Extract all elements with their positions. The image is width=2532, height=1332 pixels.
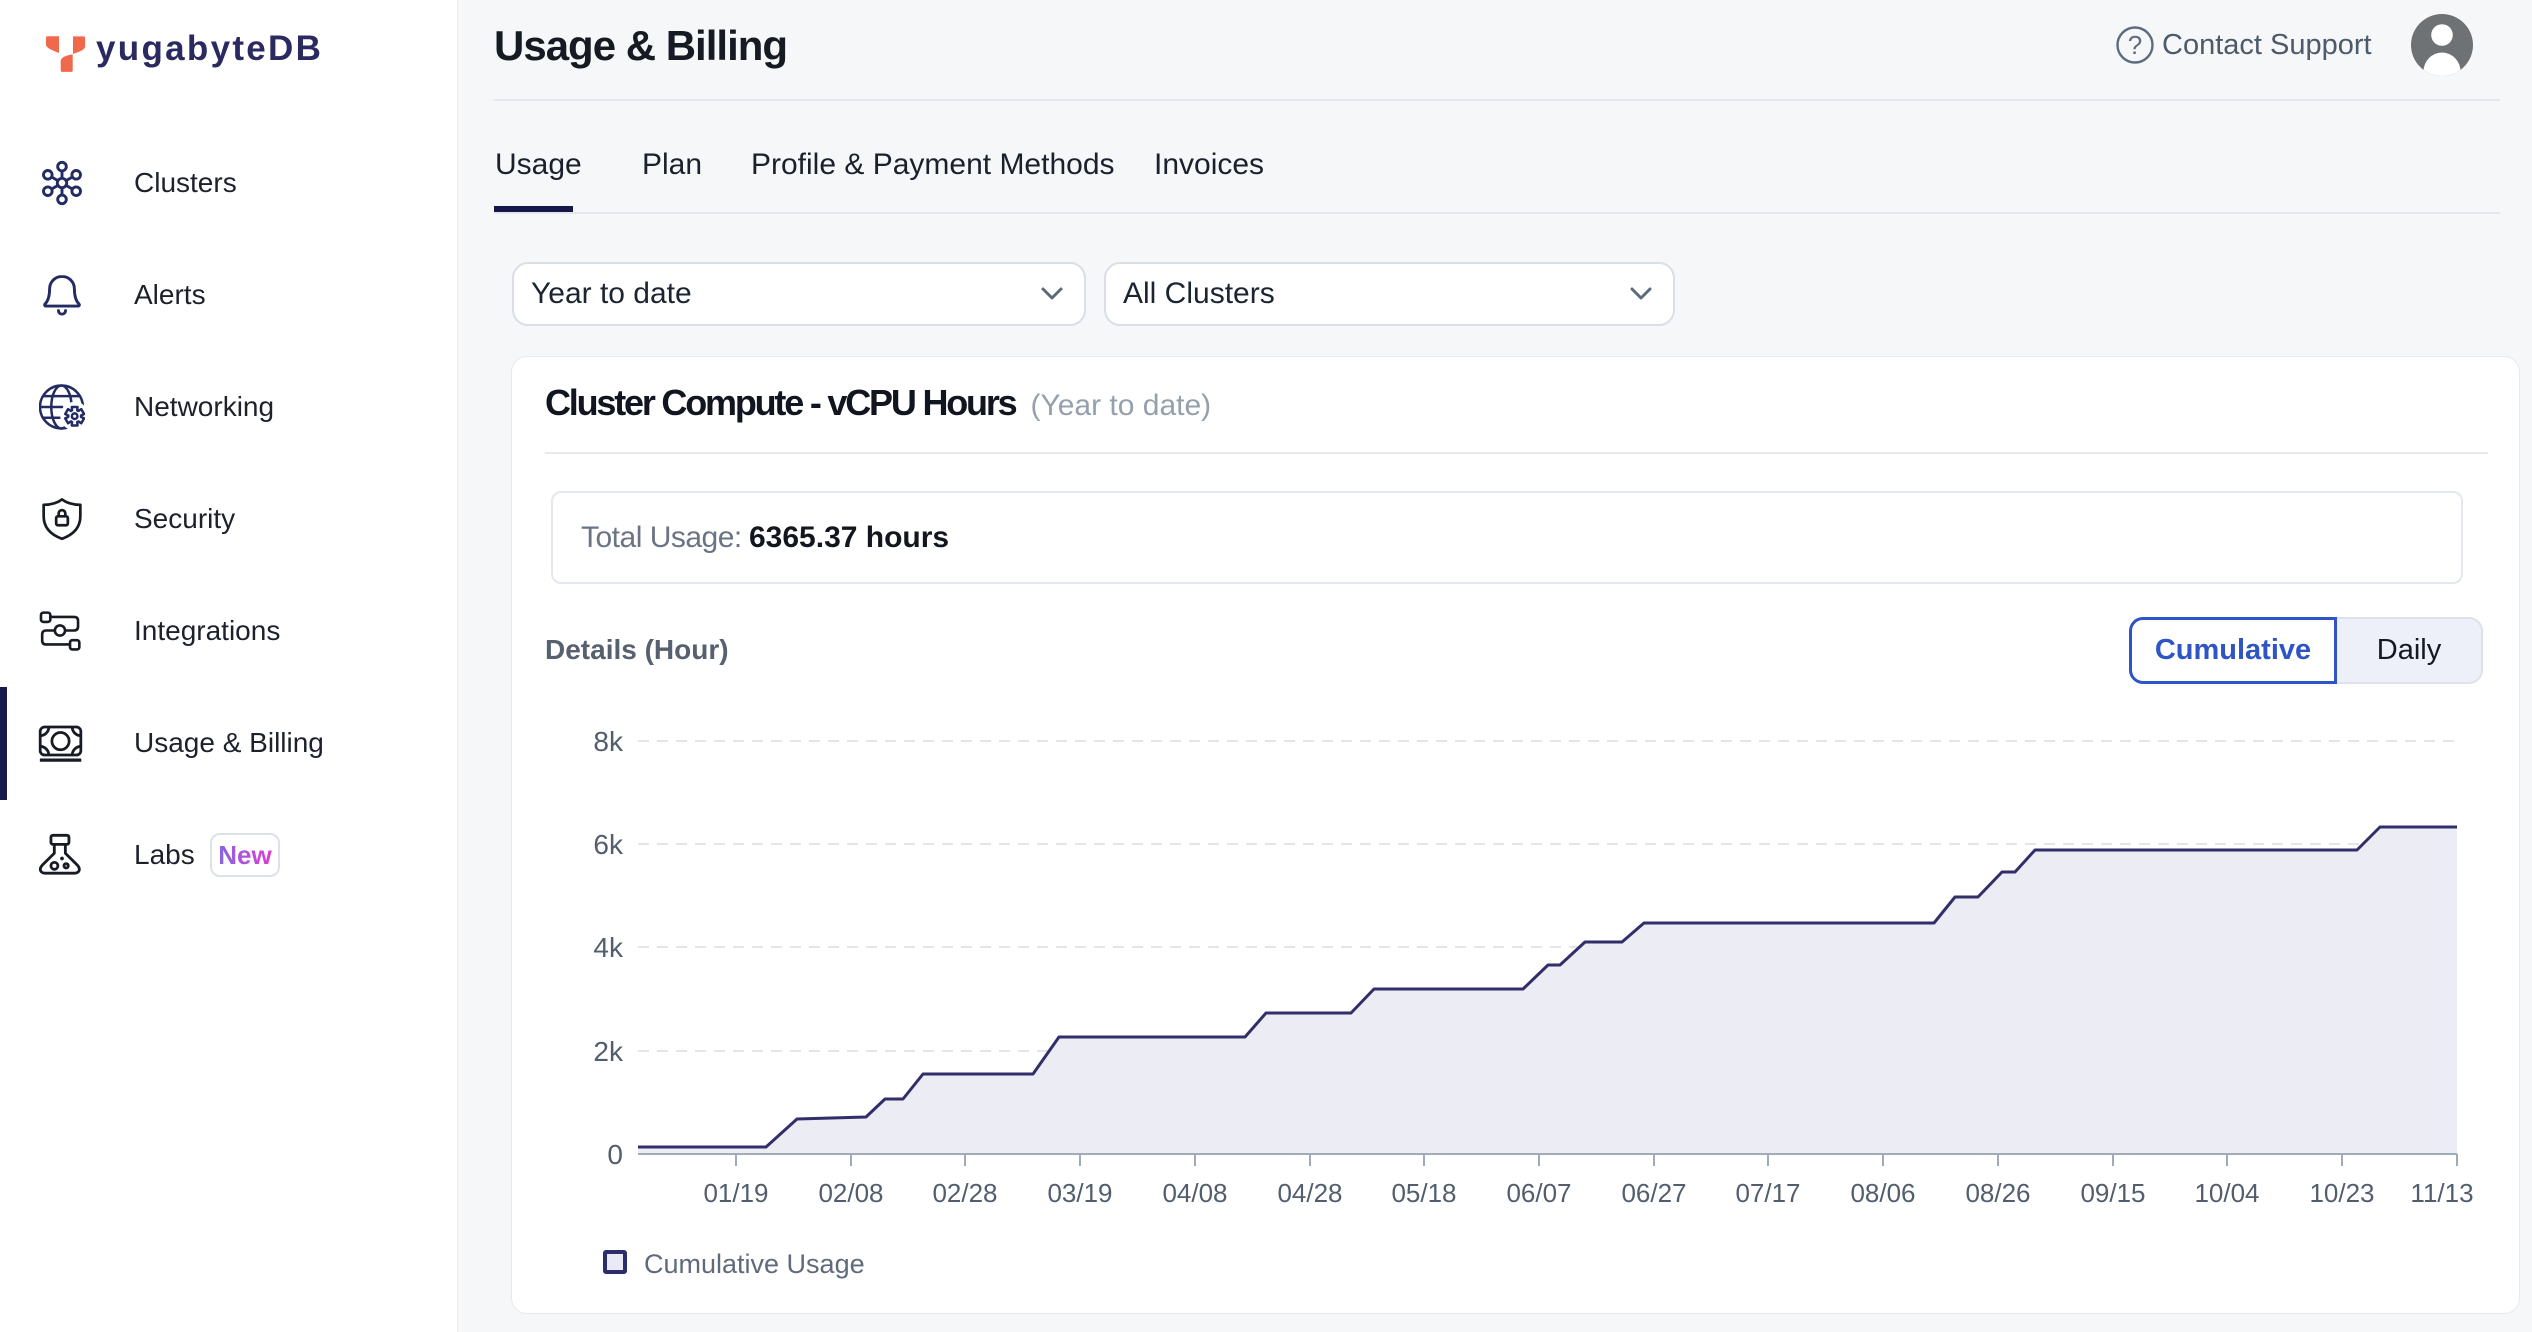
svg-text:8k: 8k — [593, 726, 624, 757]
svg-text:06/27: 06/27 — [1621, 1178, 1686, 1208]
svg-text:01/19: 01/19 — [703, 1178, 768, 1208]
svg-text:4k: 4k — [593, 932, 624, 963]
svg-text:05/18: 05/18 — [1391, 1178, 1456, 1208]
svg-text:02/08: 02/08 — [818, 1178, 883, 1208]
svg-text:0: 0 — [607, 1139, 623, 1170]
svg-text:6k: 6k — [593, 829, 624, 860]
svg-text:04/28: 04/28 — [1277, 1178, 1342, 1208]
svg-text:10/23: 10/23 — [2309, 1178, 2374, 1208]
svg-text:08/26: 08/26 — [1965, 1178, 2030, 1208]
svg-text:03/19: 03/19 — [1047, 1178, 1112, 1208]
svg-text:06/07: 06/07 — [1506, 1178, 1571, 1208]
svg-text:04/08: 04/08 — [1162, 1178, 1227, 1208]
svg-text:07/17: 07/17 — [1735, 1178, 1800, 1208]
svg-text:10/04: 10/04 — [2194, 1178, 2259, 1208]
svg-text:08/06: 08/06 — [1850, 1178, 1915, 1208]
svg-text:2k: 2k — [593, 1036, 624, 1067]
svg-text:11/13: 11/13 — [2410, 1178, 2473, 1208]
svg-text:?: ? — [2128, 30, 2142, 60]
svg-text:09/15: 09/15 — [2080, 1178, 2145, 1208]
svg-text:02/28: 02/28 — [932, 1178, 997, 1208]
